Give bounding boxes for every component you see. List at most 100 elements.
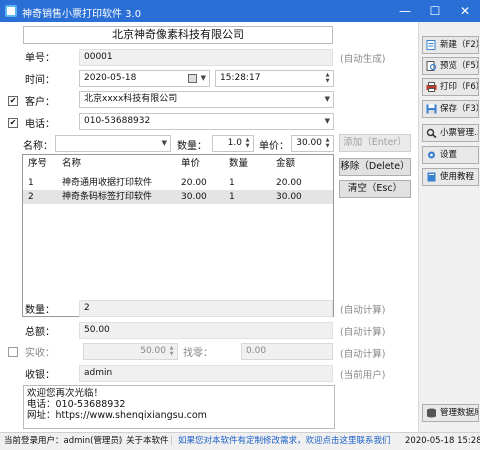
item-price-label: 单价： — [259, 141, 289, 152]
row-price: 20.00 — [181, 178, 207, 188]
title-bar[interactable]: 神奇销售小票打印软件 3.0 — ☐ ✕ — [0, 0, 480, 22]
paid-checkbox[interactable] — [8, 347, 18, 357]
new-icon — [426, 40, 436, 50]
maximize-button[interactable]: ☐ — [420, 0, 450, 22]
status-divider: | — [118, 436, 121, 446]
save-label: 保存（F3） — [440, 104, 478, 114]
settings-button[interactable]: 设置 — [422, 146, 479, 164]
column-header[interactable]: 金额 — [276, 155, 295, 173]
company-name-field[interactable]: 北京神奇像素科技有限公司 — [23, 26, 333, 44]
book-icon — [427, 172, 436, 182]
spinner-icon[interactable]: ▲ ▼ — [243, 137, 252, 150]
add-item-button[interactable]: 添加（Enter） — [339, 134, 411, 152]
memo-line: 网址：https://www.shenqixiangsu.com — [27, 410, 207, 421]
summary-qty-field: 2 — [79, 300, 333, 317]
total-label: 总额： — [25, 327, 55, 338]
time-spinner[interactable]: 15:28:17 ▲ ▼ — [215, 70, 334, 87]
cashier-note: (当前用户) — [340, 370, 386, 381]
about-link[interactable]: 关于本软件 — [126, 433, 169, 449]
manage-receipts-label: 小票管理... — [440, 128, 479, 138]
phone-select[interactable]: 010-53688932 ▼ — [79, 113, 334, 130]
chevron-down-icon[interactable]: ▼ — [201, 71, 206, 86]
table-row[interactable]: 2 神奇条码标签打印软件 30.00 1 30.00 — [23, 190, 333, 204]
close-button[interactable]: ✕ — [450, 0, 480, 22]
row-amount: 30.00 — [276, 192, 302, 202]
spinner-icon[interactable]: ▲ ▼ — [323, 137, 332, 150]
item-price-spinner[interactable]: 30.00 ▲ ▼ — [291, 135, 334, 152]
app-icon — [5, 5, 17, 17]
item-name-select[interactable]: ▼ — [55, 135, 171, 152]
chevron-down-icon[interactable]: ▼ — [325, 92, 330, 107]
customer-select[interactable]: 北京xxxx科技有限公司 ▼ — [79, 91, 334, 108]
chevron-down-icon[interactable]: ▼ — [325, 114, 330, 129]
gear-icon — [428, 151, 435, 159]
column-header[interactable]: 序号 — [28, 155, 47, 173]
table-row[interactable]: 1 神奇通用收据打印软件 20.00 1 20.00 — [23, 176, 333, 190]
item-qty-value: 1.0 — [227, 138, 242, 148]
printer-icon — [426, 82, 437, 92]
item-qty-spinner[interactable]: 1.0 ▲ ▼ — [212, 135, 254, 152]
cashier-label: 收银： — [25, 370, 55, 381]
items-table[interactable]: 序号 名称 单价 数量 金额 1 神奇通用收据打印软件 20.00 1 20.0… — [22, 154, 334, 317]
column-header[interactable]: 名称 — [62, 155, 81, 173]
row-name: 神奇通用收据打印软件 — [62, 178, 153, 188]
remove-item-button[interactable]: 移除（Delete） — [339, 158, 411, 176]
date-picker[interactable]: 2020-05-18 ▼ — [79, 70, 210, 87]
search-icon — [426, 128, 437, 138]
row-index: 1 — [28, 178, 34, 188]
new-button[interactable]: 新建（F2） — [422, 36, 479, 54]
order-no-label: 单号： — [25, 53, 55, 64]
database-icon — [427, 408, 436, 418]
customer-value: 北京xxxx科技有限公司 — [84, 94, 178, 104]
memo-line: 欢迎您再次光临！ — [27, 388, 104, 399]
tutorial-label: 使用教程 — [440, 172, 475, 182]
save-icon — [426, 104, 437, 114]
status-bar: 当前登录用户：admin(管理员) | 关于本软件 | 如果您对本软件有定制修改… — [0, 432, 480, 450]
app-window: 神奇销售小票打印软件 3.0 — ☐ ✕ 北京神奇像素科技有限公司 单号： 00… — [0, 0, 480, 450]
customer-label: 客户： — [25, 97, 55, 108]
spinner-icon[interactable]: ▲ ▼ — [167, 345, 176, 358]
time-value: 15:28:17 — [220, 73, 261, 83]
new-label: 新建（F2） — [440, 40, 478, 50]
window-title: 神奇销售小票打印软件 3.0 — [22, 9, 142, 20]
minimize-button[interactable]: — — [390, 0, 420, 22]
customer-checkbox[interactable]: ✔ — [8, 96, 18, 106]
phone-value: 010-53688932 — [84, 116, 151, 126]
change-note: (自动计算) — [340, 349, 386, 360]
total-field: 50.00 — [79, 322, 333, 339]
row-amount: 20.00 — [276, 178, 302, 188]
change-field: 0.00 — [241, 343, 333, 360]
spinner-icon[interactable]: ▲ ▼ — [323, 72, 332, 85]
custom-dev-link[interactable]: 如果您对本软件有定制修改需求，欢迎点击这里联系我们 — [178, 433, 391, 449]
chevron-down-icon[interactable]: ▼ — [162, 136, 167, 151]
column-header[interactable]: 数量 — [229, 155, 248, 173]
print-label: 打印（F6） — [440, 82, 478, 92]
preview-label: 预览（F5） — [440, 61, 478, 71]
cashier-field: admin — [79, 365, 333, 382]
main-panel: 北京神奇像素科技有限公司 单号： 00001 (自动生成) 时间： 2020-0… — [0, 22, 418, 432]
preview-button[interactable]: 预览（F5） — [422, 57, 479, 75]
manage-database-label: 管理数据库 — [440, 408, 479, 418]
manage-receipts-button[interactable]: 小票管理... — [422, 124, 479, 142]
summary-qty-label: 数量： — [25, 305, 55, 316]
calendar-icon[interactable] — [188, 74, 197, 83]
manage-database-button[interactable]: 管理数据库 — [422, 404, 479, 422]
column-header[interactable]: 单价 — [181, 155, 200, 173]
tutorial-button[interactable]: 使用教程 — [422, 168, 479, 186]
date-value: 2020-05-18 — [84, 73, 137, 83]
print-button[interactable]: 打印（F6） — [422, 78, 479, 96]
phone-checkbox[interactable]: ✔ — [8, 118, 18, 128]
row-qty: 1 — [229, 178, 235, 188]
paid-value: 50.00 — [140, 346, 166, 356]
clear-items-button[interactable]: 清空（Esc） — [339, 180, 411, 198]
summary-qty-note: (自动计算) — [340, 305, 386, 316]
save-button[interactable]: 保存（F3） — [422, 100, 479, 118]
receipt-footer-memo[interactable]: 欢迎您再次光临！ 电话：010-53688932 网址：https://www.… — [23, 385, 335, 429]
action-toolbar: 新建（F2） 预览（F5） 打印（F6） 保存（F3） 小票管理... 设置 使… — [418, 22, 480, 432]
row-qty: 1 — [229, 192, 235, 202]
paid-spinner[interactable]: 50.00 ▲ ▼ — [83, 343, 178, 360]
table-header: 序号 名称 单价 数量 金额 — [23, 155, 333, 173]
row-index: 2 — [28, 192, 34, 202]
item-price-value: 30.00 — [296, 138, 322, 148]
change-label: 找零： — [183, 348, 213, 359]
